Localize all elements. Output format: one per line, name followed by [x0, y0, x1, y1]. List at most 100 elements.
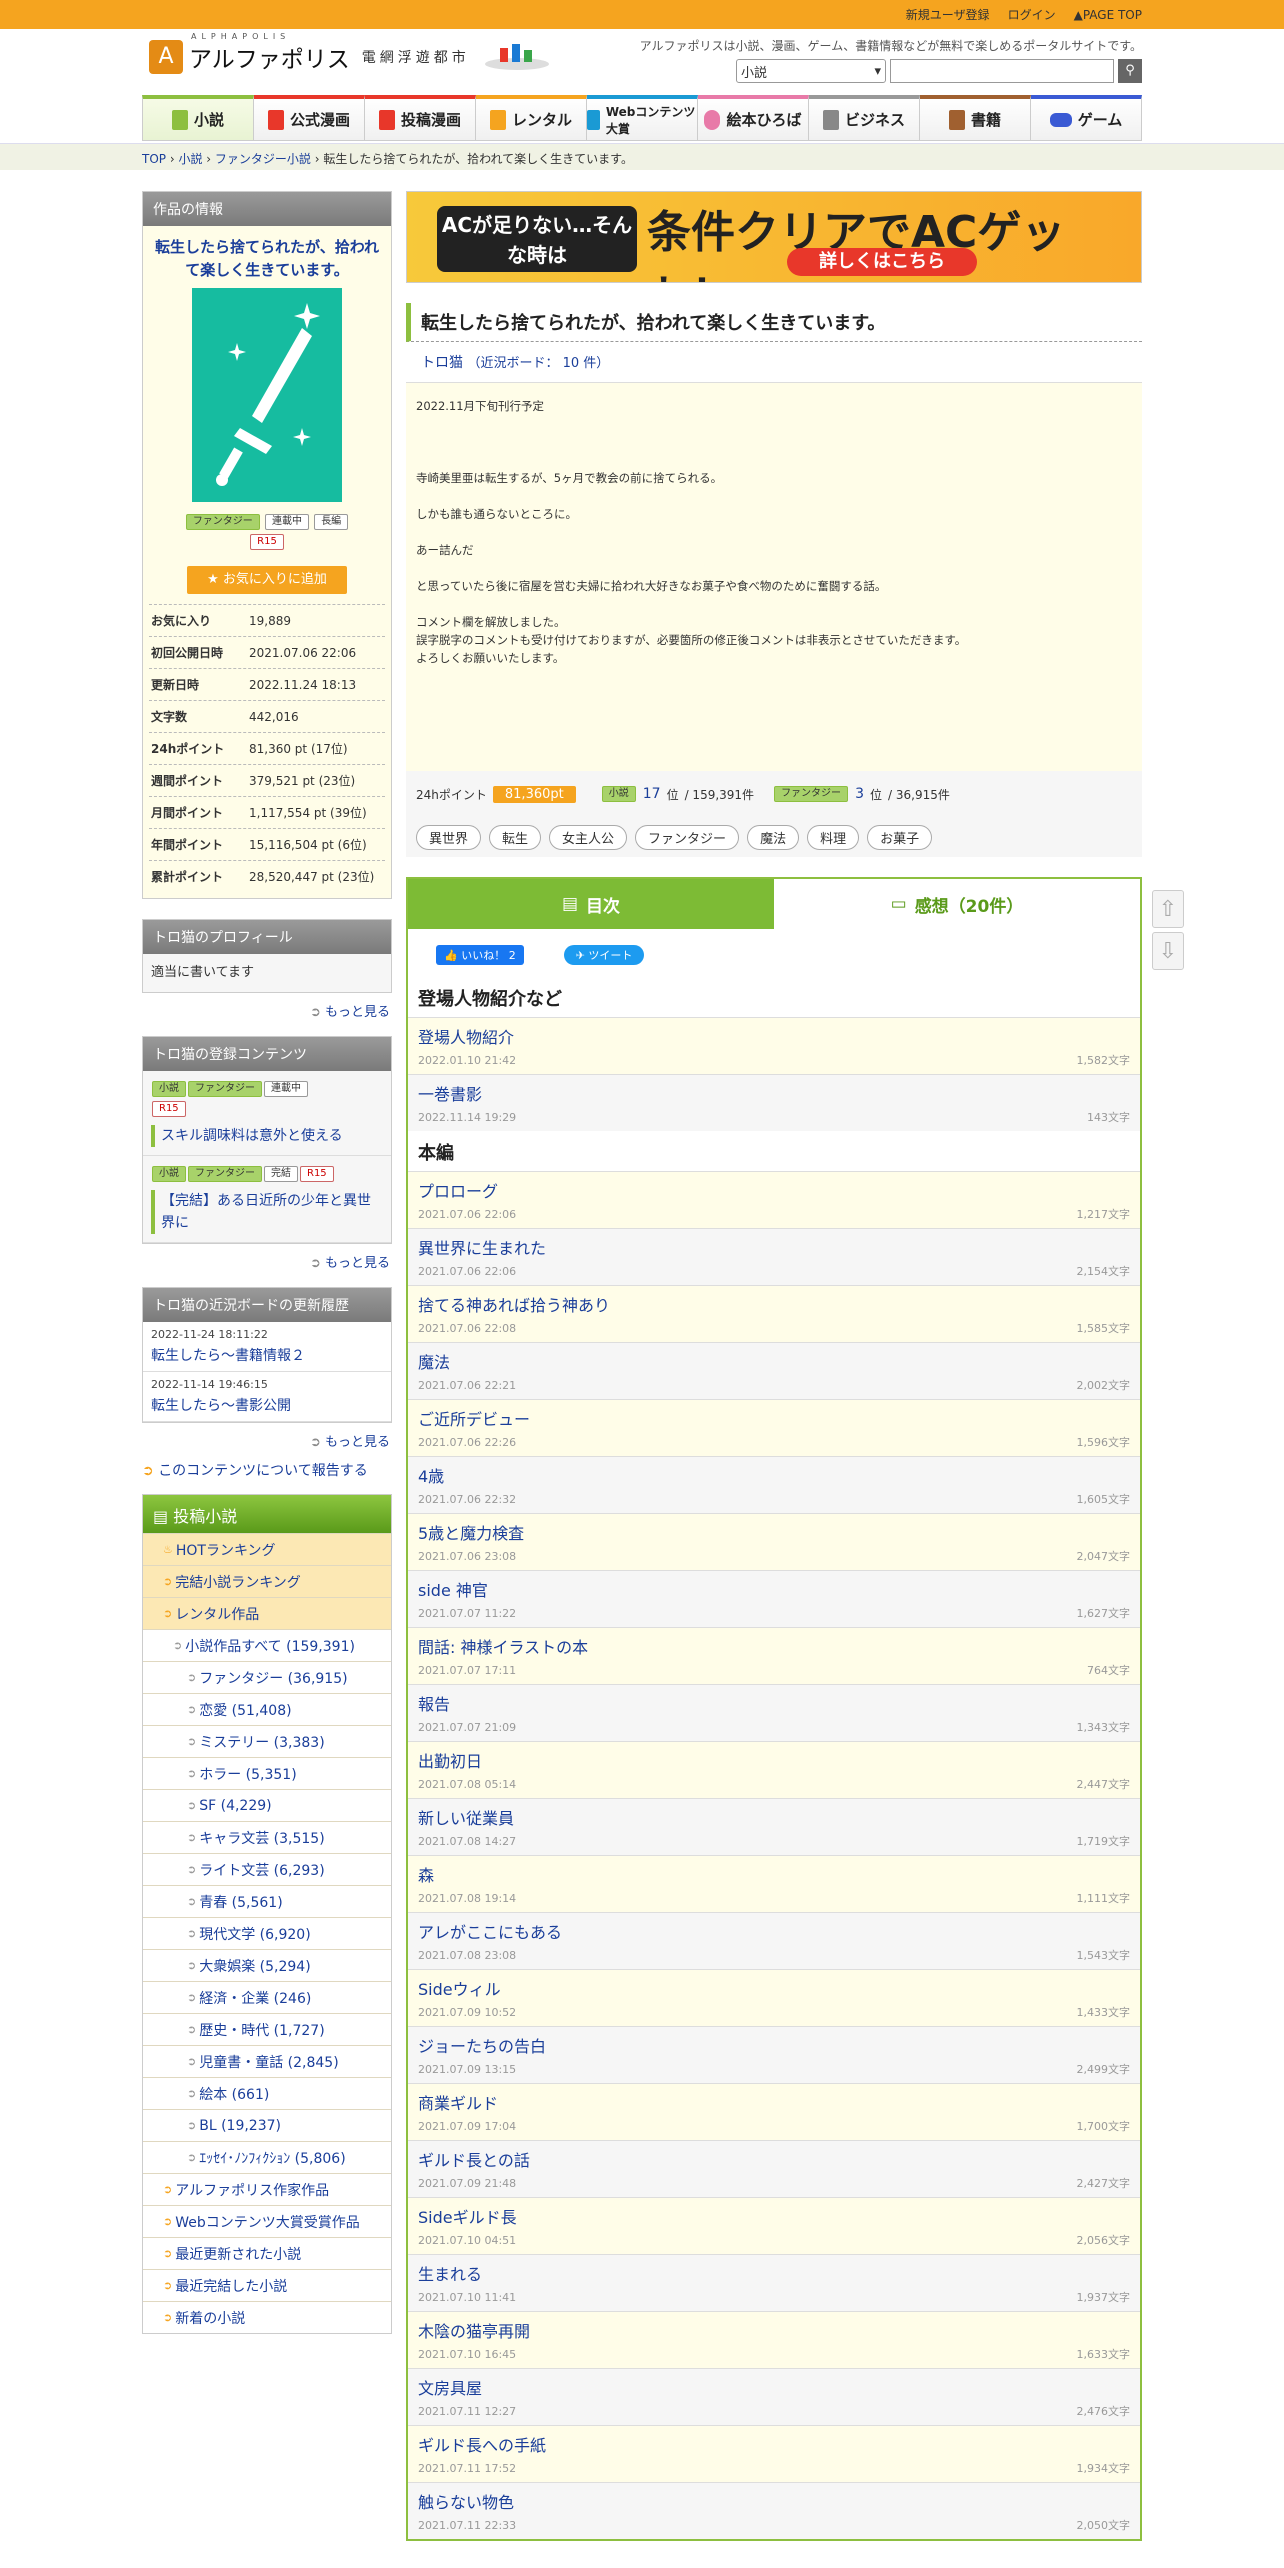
episode-row[interactable]: Sideギルド長 2021.07.10 04:51 2,056文字: [408, 2197, 1140, 2254]
episode-row[interactable]: 触らない物色 2021.07.11 22:33 2,050文字: [408, 2482, 1140, 2539]
category-item[interactable]: ➲ ミステリー (3,383): [143, 1725, 391, 1757]
episode-row[interactable]: ギルド長への手紙 2021.07.11 17:52 1,934文字: [408, 2425, 1140, 2482]
nav-tab-posted-manga[interactable]: 投稿漫画: [365, 95, 476, 141]
episode-title[interactable]: 魔法: [418, 1349, 1130, 1373]
registered-more-link[interactable]: ➲ もっと見る: [142, 1248, 392, 1271]
episode-title[interactable]: 触らない物色: [418, 2489, 1130, 2513]
episode-title[interactable]: side 神官: [418, 1577, 1130, 1601]
category-item[interactable]: ➲ 大衆娯楽 (5,294): [143, 1949, 391, 1981]
episode-row[interactable]: 4歳 2021.07.06 22:32 1,605文字: [408, 1456, 1140, 1513]
category-item[interactable]: ➲ 小説作品すべて (159,391): [143, 1629, 391, 1661]
episode-row[interactable]: 商業ギルド 2021.07.09 17:04 1,700文字: [408, 2083, 1140, 2140]
nav-tab-books[interactable]: 書籍: [920, 95, 1031, 141]
nav-tab-official-manga[interactable]: 公式漫画: [254, 95, 365, 141]
report-link[interactable]: ➲ このコンテンツについて報告する: [142, 1460, 392, 1480]
keyword-tag[interactable]: 異世界: [416, 824, 482, 850]
search-button[interactable]: ⚲: [1118, 59, 1142, 83]
keyword-tag[interactable]: 魔法: [747, 824, 800, 850]
registered-item[interactable]: 小説 ファンタジー 完結 R15 【完結】ある日近所の少年と異世界に: [143, 1156, 391, 1243]
episode-title[interactable]: Sideウィル: [418, 1976, 1130, 2000]
keyword-tag[interactable]: ファンタジー: [635, 824, 740, 850]
episode-title[interactable]: 5歳と魔力検査: [418, 1520, 1130, 1544]
episode-title[interactable]: 新しい従業員: [418, 1805, 1130, 1829]
registered-item-title[interactable]: 【完結】ある日近所の少年と異世界に: [151, 1190, 383, 1234]
category-item[interactable]: ➲ 完結小説ランキング: [143, 1565, 391, 1597]
keyword-tag[interactable]: 女主人公: [549, 824, 628, 850]
episode-title[interactable]: 生まれる: [418, 2261, 1130, 2285]
site-logo[interactable]: A ALPHAPOLIS アルファポリス 電網浮遊都市: [149, 32, 552, 74]
episode-row[interactable]: 5歳と魔力検査 2021.07.06 23:08 2,047文字: [408, 1513, 1140, 1570]
genre-tag[interactable]: ファンタジー: [185, 514, 260, 530]
episode-row[interactable]: 文房具屋 2021.07.11 12:27 2,476文字: [408, 2368, 1140, 2425]
category-item[interactable]: ➲ BL (19,237): [143, 2109, 391, 2141]
category-item[interactable]: ➲ 最近更新された小説: [143, 2237, 391, 2269]
category-item[interactable]: ➲ ファンタジー (36,915): [143, 1661, 391, 1693]
category-item[interactable]: ➲ アルファポリス作家作品: [143, 2173, 391, 2205]
registered-item[interactable]: 小説 ファンタジー 連載中 R15 スキル調味料は意外と使える: [143, 1071, 391, 1156]
episode-row[interactable]: 報告 2021.07.07 21:09 1,343文字: [408, 1684, 1140, 1741]
tweet-button[interactable]: ✈ ツイート: [563, 945, 645, 965]
episode-title[interactable]: ジョーたちの告白: [418, 2033, 1130, 2057]
board-more-link[interactable]: ➲ もっと見る: [142, 1427, 392, 1450]
episode-title[interactable]: Sideギルド長: [418, 2204, 1130, 2228]
tab-toc[interactable]: ▤ 目次: [408, 879, 774, 929]
episode-row[interactable]: 捨てる神あれば拾う神あり 2021.07.06 22:08 1,585文字: [408, 1285, 1140, 1342]
episode-row[interactable]: アレがここにもある 2021.07.08 23:08 1,543文字: [408, 1912, 1140, 1969]
category-item[interactable]: ➲ キャラ文芸 (3,515): [143, 1821, 391, 1853]
nav-tab-novel[interactable]: 小説: [142, 95, 254, 141]
episode-row[interactable]: 異世界に生まれた 2021.07.06 22:06 2,154文字: [408, 1228, 1140, 1285]
category-item[interactable]: ➲ 経済・企業 (246): [143, 1981, 391, 2013]
category-item[interactable]: ♨ HOTランキング: [143, 1533, 391, 1565]
episode-row[interactable]: 魔法 2021.07.06 22:21 2,002文字: [408, 1342, 1140, 1399]
facebook-like-button[interactable]: 👍 いいね！ 2: [436, 945, 524, 965]
profile-more-link[interactable]: ➲ もっと見る: [142, 997, 392, 1020]
board-item[interactable]: 2022-11-14 19:46:15 転生したら～書影公開: [143, 1372, 391, 1422]
search-input[interactable]: [890, 59, 1114, 83]
nav-tab-picture-book[interactable]: 絵本ひろば: [698, 95, 809, 141]
episode-row[interactable]: 森 2021.07.08 19:14 1,111文字: [408, 1855, 1140, 1912]
breadcrumb-novel[interactable]: 小説: [178, 152, 202, 166]
rank-category-tag[interactable]: ファンタジー: [774, 786, 849, 802]
board-item-title[interactable]: 転生したら～書籍情報２: [151, 1345, 383, 1365]
breadcrumb-fantasy[interactable]: ファンタジー小説: [215, 152, 311, 166]
category-item[interactable]: ➲ 最近完結した小説: [143, 2269, 391, 2301]
keyword-tag[interactable]: 料理: [807, 824, 860, 850]
episode-title[interactable]: 異世界に生まれた: [418, 1235, 1130, 1259]
episode-row[interactable]: 生まれる 2021.07.10 11:41 1,937文字: [408, 2254, 1140, 2311]
page-top-link[interactable]: ▲PAGE TOP: [1074, 8, 1142, 22]
cover-image[interactable]: [192, 288, 342, 502]
episode-title[interactable]: ギルド長への手紙: [418, 2432, 1130, 2456]
episode-row[interactable]: 出勤初日 2021.07.08 05:14 2,447文字: [408, 1741, 1140, 1798]
episode-row[interactable]: Sideウィル 2021.07.09 10:52 1,433文字: [408, 1969, 1140, 2026]
ac-campaign-banner[interactable]: ACが足りない…そんな時は 条件クリアでACゲット！ 詳しくはこちら: [406, 191, 1142, 283]
category-item[interactable]: ➲ 歴史・時代 (1,727): [143, 2013, 391, 2045]
login-link[interactable]: ログイン: [1008, 6, 1056, 23]
episode-row[interactable]: ギルド長との話 2021.07.09 21:48 2,427文字: [408, 2140, 1140, 2197]
breadcrumb-top[interactable]: TOP: [142, 152, 166, 166]
board-count-link[interactable]: （近況ボード： 10 件）: [467, 356, 609, 371]
category-item[interactable]: ➲ 青春 (5,561): [143, 1885, 391, 1917]
episode-row[interactable]: 登場人物紹介 2022.01.10 21:42 1,582文字: [408, 1017, 1140, 1074]
episode-title[interactable]: 登場人物紹介: [418, 1024, 1130, 1048]
episode-row[interactable]: 一巻書影 2022.11.14 19:29 143文字: [408, 1074, 1140, 1131]
category-item[interactable]: ➲ ライト文芸 (6,293): [143, 1853, 391, 1885]
episode-title[interactable]: 一巻書影: [418, 1081, 1130, 1105]
category-item[interactable]: ➲ ｴｯｾｲ･ﾉﾝﾌｨｸｼｮﾝ (5,806): [143, 2141, 391, 2173]
episode-title[interactable]: 報告: [418, 1691, 1130, 1715]
register-link[interactable]: 新規ユーザ登録: [906, 6, 990, 23]
category-item[interactable]: ➲ 恋愛 (51,408): [143, 1693, 391, 1725]
category-item[interactable]: ➲ 現代文学 (6,920): [143, 1917, 391, 1949]
rank-category-tag[interactable]: 小説: [601, 786, 636, 802]
episode-row[interactable]: 木陰の猫亭再開 2021.07.10 16:45 1,633文字: [408, 2311, 1140, 2368]
category-item[interactable]: ➲ 新着の小説: [143, 2301, 391, 2333]
episode-title[interactable]: 森: [418, 1862, 1130, 1886]
scroll-down-button[interactable]: ⇩: [1152, 932, 1184, 970]
search-category-select[interactable]: 小説 ▾: [736, 59, 886, 83]
episode-title[interactable]: 間話: 神様イラストの本: [418, 1634, 1130, 1658]
category-item[interactable]: ➲ SF (4,229): [143, 1789, 391, 1821]
keyword-tag[interactable]: お菓子: [867, 824, 933, 850]
episode-row[interactable]: 間話: 神様イラストの本 2021.07.07 17:11 764文字: [408, 1627, 1140, 1684]
episode-title[interactable]: プロローグ: [418, 1178, 1130, 1202]
banner-details-button[interactable]: 詳しくはこちら: [787, 248, 977, 276]
episode-title[interactable]: 商業ギルド: [418, 2090, 1130, 2114]
